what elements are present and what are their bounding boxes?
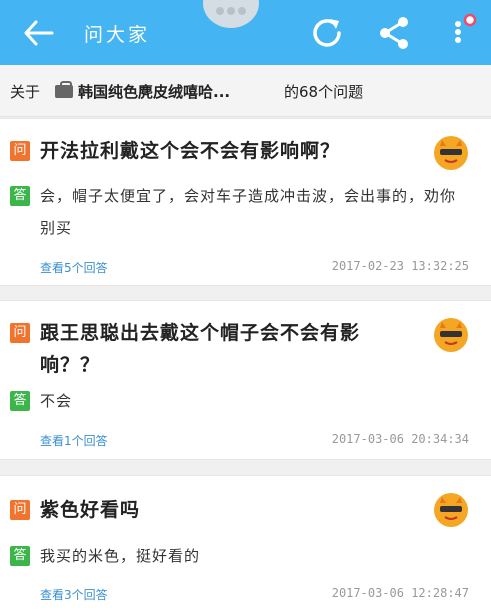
question-count: 的68个问题 (284, 83, 364, 101)
question-text: 开法拉利戴这个会不会有影响啊？ (40, 140, 341, 162)
timestamp: 2017-03-06 20:34:34 (331, 432, 469, 446)
more-vertical-icon[interactable] (448, 10, 482, 52)
back-arrow-icon[interactable] (22, 18, 56, 48)
question-text: 跟王思聪出去戴这个帽子会不会有影响？？ (40, 322, 361, 376)
answer-text: 会，帽子太便宜了，会对车子造成冲击波，会出事的，劝你别买 (40, 187, 457, 237)
view-answers-link[interactable]: 查看5个回答 (40, 259, 108, 276)
dot-icon (216, 7, 224, 15)
timestamp: 2017-03-06 12:28:47 (331, 586, 469, 600)
avatar-icon (432, 133, 470, 171)
dot-icon (238, 7, 246, 15)
about-prefix: 关于 (10, 83, 41, 101)
answer-badge: 答 (10, 186, 30, 206)
timestamp: 2017-02-23 13:32:25 (331, 259, 469, 273)
answer-badge: 答 (10, 546, 30, 566)
question-card[interactable]: 问 开法拉利戴这个会不会有影响啊？ 答 会，帽子太便宜了，会对车子造成冲击波，会… (0, 118, 491, 286)
bag-icon (55, 81, 73, 98)
product-name[interactable]: 韩国纯色麂皮绒嘻哈... (78, 81, 230, 102)
answer-text: 我买的米色，挺好看的 (40, 547, 201, 565)
top-bar: 问大家 (0, 0, 491, 65)
about-bar: 关于 韩国纯色麂皮绒嘻哈... 的68个问题 (0, 65, 491, 117)
view-answers-link[interactable]: 查看1个回答 (40, 432, 108, 449)
question-text: 紫色好看吗 (40, 499, 141, 521)
answer-badge: 答 (10, 391, 30, 411)
share-icon[interactable] (376, 14, 412, 52)
question-card[interactable]: 问 跟王思聪出去戴这个帽子会不会有影响？？ 答 不会 查看1个回答 2017-0… (0, 300, 491, 460)
question-badge: 问 (10, 323, 30, 343)
answer-text: 不会 (40, 392, 73, 410)
view-answers-link[interactable]: 查看3个回答 (40, 586, 108, 603)
pull-handle[interactable] (203, 0, 259, 28)
question-badge: 问 (10, 500, 30, 520)
question-card[interactable]: 问 紫色好看吗 答 我买的米色，挺好看的 查看3个回答 2017-03-06 1… (0, 475, 491, 615)
avatar-icon (432, 490, 470, 528)
question-badge: 问 (10, 141, 30, 161)
page-title: 问大家 (84, 24, 151, 46)
refresh-icon[interactable] (308, 14, 346, 52)
avatar-icon (432, 315, 470, 353)
dot-icon (227, 7, 235, 15)
